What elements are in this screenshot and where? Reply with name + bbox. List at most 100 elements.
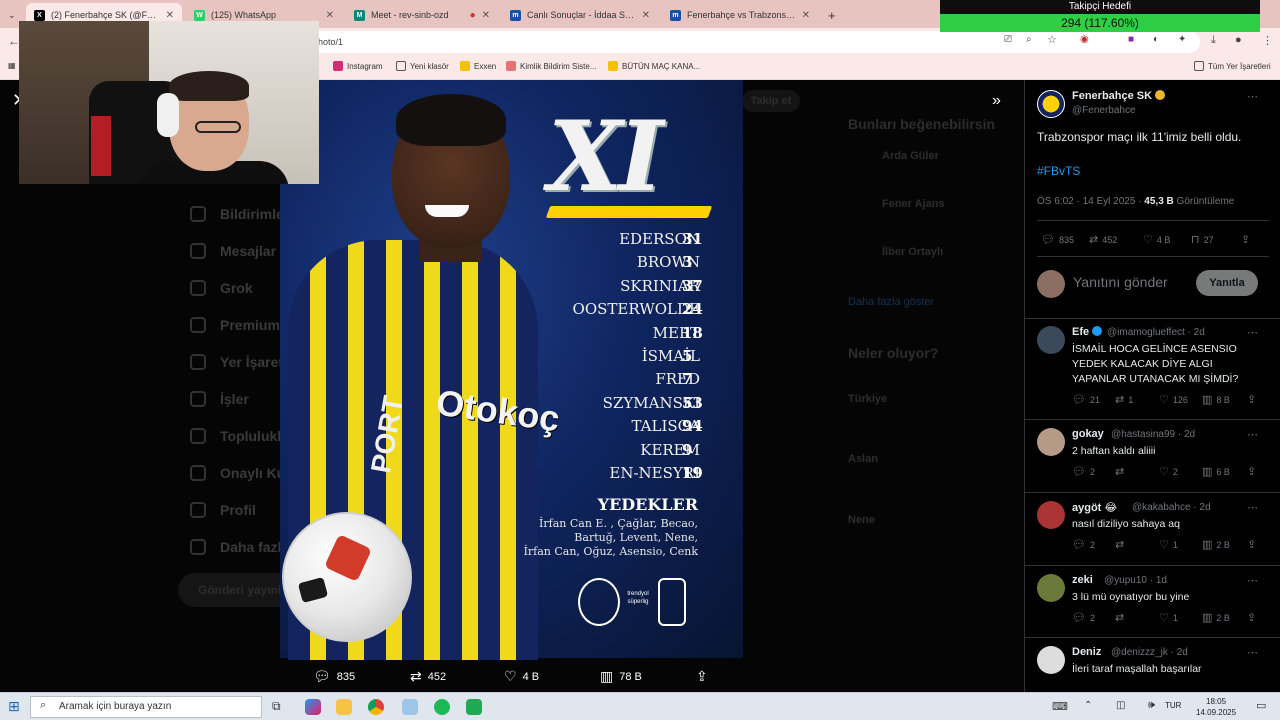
taskbar-search-input[interactable]: Aramak için buraya yazın bbox=[30, 696, 262, 718]
reply-share-button[interactable]: ⇪ bbox=[1247, 465, 1260, 478]
nav-messages[interactable]: Mesajlar bbox=[190, 243, 276, 259]
cast-icon[interactable]: ⎚ bbox=[1004, 34, 1012, 45]
author-name[interactable]: Fenerbahçe SK bbox=[1072, 90, 1166, 102]
hashtag-link[interactable]: #FBvTS bbox=[1037, 164, 1080, 179]
reply-reply-button[interactable]: 💬︎ 21 bbox=[1072, 393, 1100, 406]
reply-author-name[interactable]: Deniz bbox=[1072, 646, 1101, 658]
apps-icon[interactable]: ▦ bbox=[8, 61, 16, 70]
more-options-icon[interactable]: ⋯ bbox=[1247, 428, 1258, 441]
bookmark-kimlik[interactable]: Kimlik Bildirim Siste... bbox=[506, 61, 596, 71]
reply-share-button[interactable]: ⇪ bbox=[1247, 611, 1260, 624]
reply-avatar[interactable] bbox=[1037, 574, 1065, 602]
reply-views-button[interactable]: ▥ 2 B bbox=[1202, 538, 1230, 551]
reply-views-button[interactable]: ▥ 6 B bbox=[1202, 465, 1230, 478]
reply-author-name[interactable]: Efe bbox=[1072, 326, 1103, 338]
reply-share-button[interactable]: ⇪ bbox=[1247, 393, 1260, 406]
puzzle-icon[interactable]: ✦ bbox=[1178, 34, 1186, 45]
trend-item[interactable]: Nene bbox=[848, 514, 875, 526]
reply-avatar[interactable] bbox=[1037, 428, 1065, 456]
reply-reply-button[interactable]: 💬︎ 2 bbox=[1072, 538, 1095, 551]
reply-like-button[interactable]: ♡ 1 bbox=[1159, 538, 1178, 551]
show-more-link[interactable]: Daha fazla göster bbox=[848, 296, 934, 308]
like-button[interactable]: ♡ 4 B bbox=[1143, 233, 1170, 246]
reply-submit-button[interactable]: Yanıtla bbox=[1196, 270, 1258, 296]
share-button[interactable]: ⇪ bbox=[1241, 233, 1254, 246]
reply-like-button[interactable]: ♡ 126 bbox=[1159, 393, 1188, 406]
collapse-panel-icon[interactable]: » bbox=[992, 92, 1001, 110]
spotify-icon[interactable] bbox=[434, 699, 450, 715]
reply-handle[interactable]: @imamoglueffect · 2d bbox=[1107, 327, 1205, 338]
more-options-icon[interactable]: ⋯ bbox=[1247, 90, 1258, 103]
bookmark-exxen[interactable]: Exxen bbox=[460, 61, 496, 71]
reply-like-button[interactable]: ♡ 2 bbox=[1159, 465, 1178, 478]
repost-button[interactable]: ⇄ 452 bbox=[1089, 233, 1117, 246]
reply-handle[interactable]: @yupu10 · 1d bbox=[1104, 575, 1167, 586]
reply-avatar[interactable] bbox=[1037, 326, 1065, 354]
author-handle[interactable]: @Fenerbahce bbox=[1072, 105, 1136, 116]
close-tab-icon[interactable]: ✕ bbox=[326, 10, 334, 21]
media-views[interactable]: ▥ 78 B bbox=[600, 668, 642, 685]
reply-repost-button[interactable]: ⇄ bbox=[1115, 538, 1128, 551]
bookmark-star-icon[interactable]: ☆ bbox=[1047, 33, 1057, 46]
chrome-icon[interactable] bbox=[368, 699, 384, 715]
nav-notifications[interactable]: Bildirimler bbox=[190, 206, 289, 222]
reply-author-name[interactable]: gokay bbox=[1072, 428, 1104, 440]
media-reply-button[interactable]: 💬︎ 835 bbox=[313, 668, 355, 685]
more-options-icon[interactable]: ⋯ bbox=[1247, 326, 1258, 339]
more-options-icon[interactable]: ⋯ bbox=[1247, 646, 1258, 659]
reply-reply-button[interactable]: 💬︎ 2 bbox=[1072, 465, 1095, 478]
copilot-icon[interactable] bbox=[305, 699, 321, 715]
nav-more[interactable]: Daha fazla bbox=[190, 539, 289, 555]
reply-handle[interactable]: @hastasina99 · 2d bbox=[1111, 429, 1195, 440]
close-tab-icon[interactable]: ✕ bbox=[482, 10, 490, 21]
close-tab-icon[interactable]: ✕ bbox=[642, 10, 650, 21]
new-tab-button[interactable]: + bbox=[820, 3, 840, 27]
nav-communities[interactable]: Topluluklar bbox=[190, 428, 294, 444]
nav-profile[interactable]: Profil bbox=[190, 502, 256, 518]
tray-chevron-icon[interactable]: ⌃ bbox=[1084, 700, 1092, 711]
notification-icon[interactable]: ▭ bbox=[1256, 699, 1266, 712]
reply-repost-button[interactable]: ⇄ bbox=[1115, 611, 1128, 624]
follow-button[interactable]: Takip et bbox=[742, 90, 800, 112]
more-options-icon[interactable]: ⋯ bbox=[1247, 501, 1258, 514]
download-icon[interactable]: ⤓ bbox=[1211, 34, 1216, 47]
zoom-icon[interactable]: ⌕ bbox=[1026, 34, 1032, 45]
windows-start-icon[interactable]: ⊞ bbox=[8, 698, 20, 715]
media-share-button[interactable]: ⇪ bbox=[696, 668, 714, 685]
volume-icon[interactable]: 🕪︎ bbox=[1148, 699, 1155, 712]
task-view-icon[interactable]: ⧉ bbox=[272, 699, 281, 714]
language-indicator[interactable]: TUR bbox=[1165, 701, 1181, 710]
extension-icon[interactable]: ◐ bbox=[1153, 34, 1159, 45]
close-tab-icon[interactable]: ✕ bbox=[802, 10, 810, 21]
media-like-button[interactable]: ♡ 4 B bbox=[504, 668, 539, 685]
reply-reply-button[interactable]: 💬︎ 2 bbox=[1072, 611, 1095, 624]
reply-repost-button[interactable]: ⇄ 1 bbox=[1115, 393, 1133, 406]
fenerbahce-avatar[interactable] bbox=[1037, 90, 1065, 118]
keyboard-icon[interactable]: ⌨ bbox=[1052, 700, 1068, 713]
reply-input[interactable]: Yanıtını gönder bbox=[1073, 275, 1168, 290]
reply-handle[interactable]: @denizzz_jk · 2d bbox=[1111, 647, 1188, 658]
network-icon[interactable]: ◫ bbox=[1116, 700, 1125, 711]
nav-grok[interactable]: Grok bbox=[190, 280, 253, 296]
whatsapp-icon[interactable] bbox=[466, 699, 482, 715]
bookmark-instagram[interactable]: Instagram bbox=[333, 61, 383, 71]
reply-views-button[interactable]: ▥ 2 B bbox=[1202, 611, 1230, 624]
app-icon[interactable] bbox=[402, 699, 418, 715]
profile-avatar-icon[interactable]: ● bbox=[1235, 34, 1242, 46]
tab-canli-sonuclar[interactable]: m Canlı Sonuçlar - İddaa Sonuçla ✕ bbox=[502, 3, 658, 27]
bookmark-yeni-klasor[interactable]: Yeni klasör bbox=[396, 61, 449, 71]
bookmark-button[interactable]: ⊓ 27 bbox=[1191, 233, 1214, 246]
reply-like-button[interactable]: ♡ 1 bbox=[1159, 611, 1178, 624]
media-repost-button[interactable]: ⇄ 452 bbox=[410, 668, 446, 685]
extension-icon[interactable]: ■ bbox=[1128, 34, 1134, 45]
reply-avatar[interactable] bbox=[1037, 501, 1065, 529]
extension-icon[interactable]: ◉ bbox=[1080, 34, 1089, 45]
reply-share-button[interactable]: ⇪ bbox=[1247, 538, 1260, 551]
file-explorer-icon[interactable] bbox=[336, 699, 352, 715]
bookmark-butun-mac[interactable]: BÜTÜN MAÇ KANA... bbox=[608, 61, 700, 71]
reply-repost-button[interactable]: ⇄ bbox=[1115, 465, 1128, 478]
trend-item[interactable]: Türkiye bbox=[848, 393, 887, 405]
tab-fenerbahce-vs-trabzonspor[interactable]: m Fenerbahçe vs Trabzonspor, 14. ✕ bbox=[662, 3, 818, 27]
close-tab-icon[interactable]: ✕ bbox=[166, 10, 174, 21]
reply-author-name[interactable]: zeki bbox=[1072, 574, 1093, 586]
